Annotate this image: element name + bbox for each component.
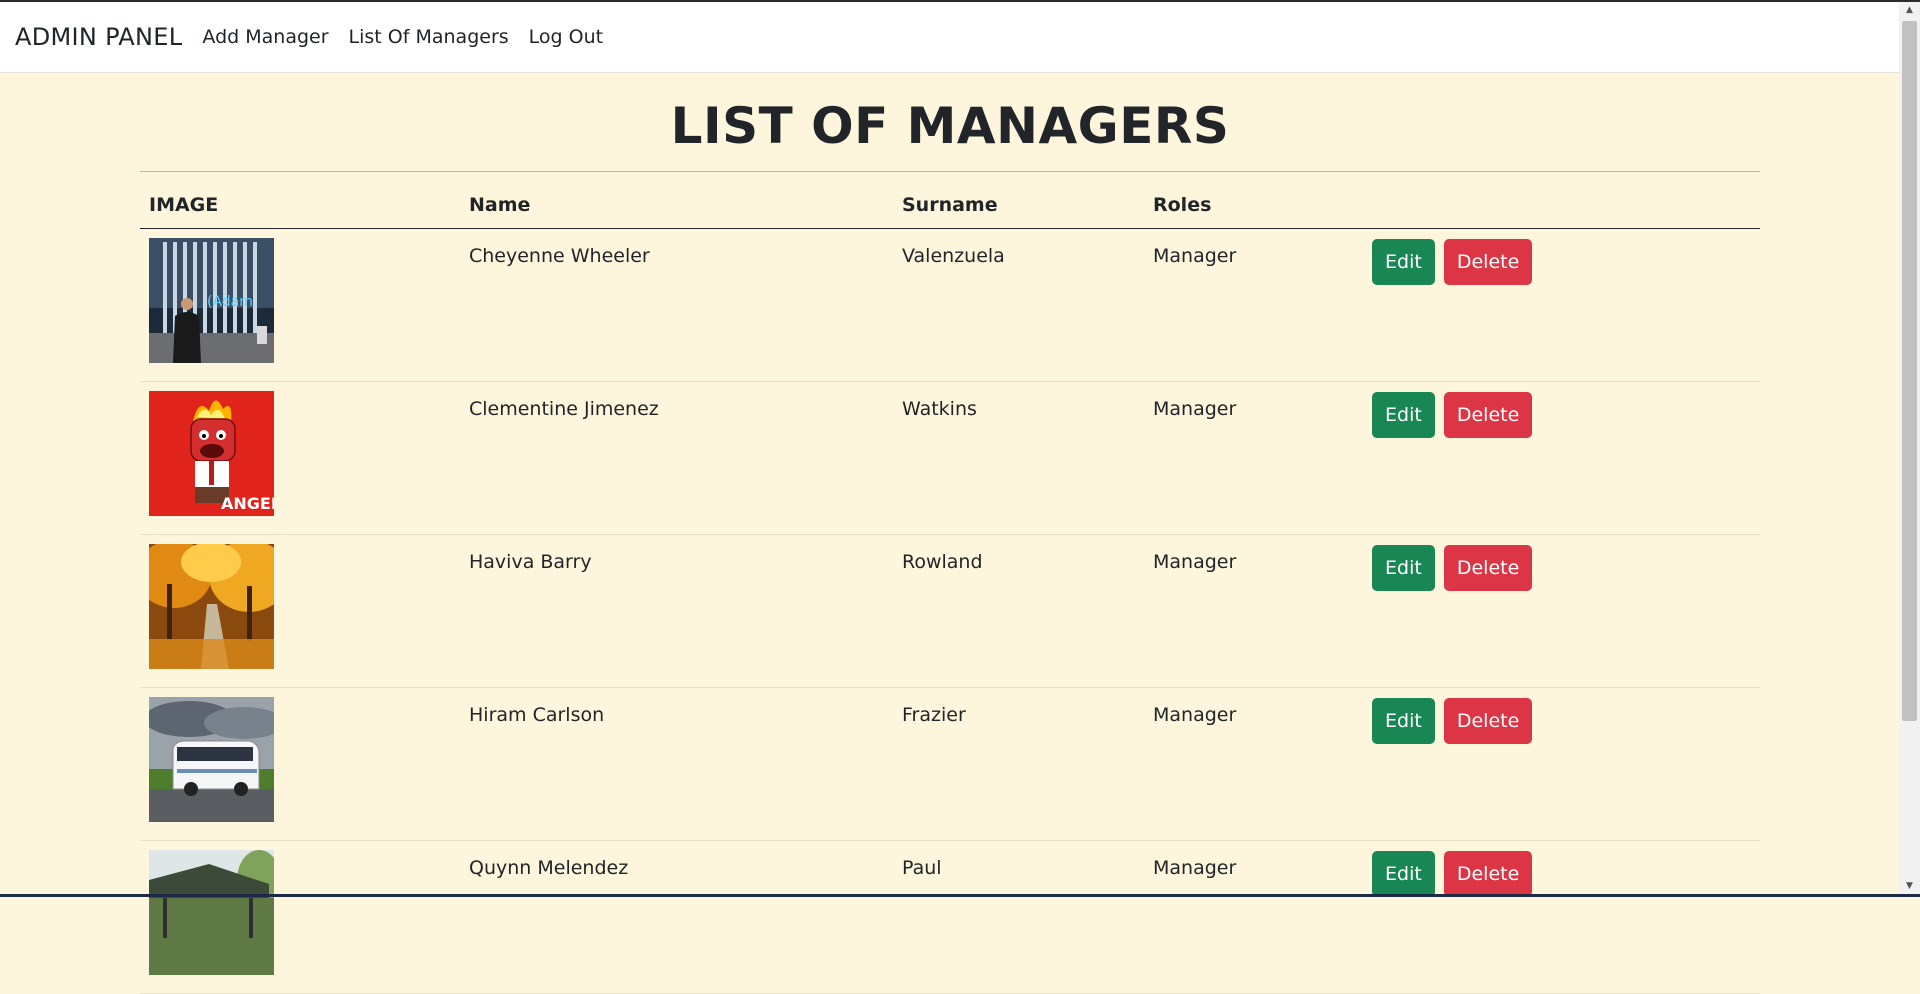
table-row: ANGER Clementine Jimenez Watkins Manager… — [140, 381, 1760, 535]
manager-photo-gazebo — [149, 850, 274, 975]
role-cell: Manager — [1144, 840, 1363, 994]
surname-cell: Paul — [893, 840, 1144, 994]
column-header-surname: Surname — [893, 194, 1144, 229]
vertical-scrollbar[interactable]: ▲ ▼ — [1899, 2, 1920, 895]
image-cell: ANGER — [140, 381, 460, 535]
role-cell: Manager — [1144, 381, 1363, 535]
surname-cell: Rowland — [893, 534, 1144, 688]
image-cell: (Adam — [140, 228, 460, 382]
edit-button[interactable]: Edit — [1372, 239, 1435, 285]
delete-button[interactable]: Delete — [1443, 698, 1533, 744]
navbar: ADMIN PANEL Add Manager List Of Managers… — [0, 2, 1899, 73]
table-row: Haviva Barry Rowland Manager Edit Delete — [140, 534, 1760, 688]
navbar-brand[interactable]: ADMIN PANEL — [15, 23, 182, 51]
surname-cell: Watkins — [893, 381, 1144, 535]
column-header-image: IMAGE — [140, 194, 460, 229]
main-content: LIST OF MANAGERS IMAGE Name Surname Role… — [140, 72, 1760, 994]
delete-button[interactable]: Delete — [1443, 239, 1533, 285]
manager-photo-anger: ANGER — [149, 391, 274, 516]
table-row: Quynn Melendez Paul Manager Edit Delete — [140, 840, 1760, 994]
edit-button[interactable]: Edit — [1372, 851, 1435, 897]
role-cell: Manager — [1144, 687, 1363, 841]
image-cell — [140, 534, 460, 688]
title-divider — [140, 171, 1760, 172]
actions-cell: Edit Delete — [1363, 228, 1760, 382]
name-cell: Haviva Barry — [460, 534, 893, 688]
manager-photo-autumn — [149, 544, 274, 669]
nav-link-log-out[interactable]: Log Out — [529, 26, 603, 48]
actions-cell: Edit Delete — [1363, 381, 1760, 535]
scroll-down-arrow-icon[interactable]: ▼ — [1899, 878, 1920, 895]
name-cell: Hiram Carlson — [460, 687, 893, 841]
column-header-roles: Roles — [1144, 194, 1363, 229]
delete-button[interactable]: Delete — [1443, 392, 1533, 438]
image-cell — [140, 840, 460, 994]
nav-links: Add Manager List Of Managers Log Out — [200, 26, 621, 48]
managers-table: IMAGE Name Surname Roles (Adam Cheyenne … — [140, 194, 1760, 994]
image-cell — [140, 687, 460, 841]
edit-button[interactable]: Edit — [1372, 698, 1435, 744]
table-row: Hiram Carlson Frazier Manager Edit Delet… — [140, 687, 1760, 841]
nav-link-add-manager[interactable]: Add Manager — [202, 26, 328, 48]
edit-button[interactable]: Edit — [1372, 392, 1435, 438]
scroll-up-arrow-icon[interactable]: ▲ — [1899, 2, 1920, 19]
table-row: (Adam Cheyenne Wheeler Valenzuela Manage… — [140, 228, 1760, 382]
surname-cell: Valenzuela — [893, 228, 1144, 382]
table-header-row: IMAGE Name Surname Roles — [140, 194, 1760, 229]
column-header-actions — [1363, 194, 1760, 229]
delete-button[interactable]: Delete — [1443, 545, 1533, 591]
column-header-name: Name — [460, 194, 893, 229]
name-cell: Clementine Jimenez — [460, 381, 893, 535]
role-cell: Manager — [1144, 534, 1363, 688]
role-cell: Manager — [1144, 228, 1363, 382]
manager-photo-office: (Adam — [149, 238, 274, 363]
name-cell: Quynn Melendez — [460, 840, 893, 994]
svg-text:ANGER: ANGER — [221, 494, 274, 513]
name-cell: Cheyenne Wheeler — [460, 228, 893, 382]
edit-button[interactable]: Edit — [1372, 545, 1435, 591]
surname-cell: Frazier — [893, 687, 1144, 841]
delete-button[interactable]: Delete — [1443, 851, 1533, 897]
manager-photo-bus — [149, 697, 274, 822]
actions-cell: Edit Delete — [1363, 687, 1760, 841]
page-title: LIST OF MANAGERS — [670, 97, 1230, 155]
svg-text:(Adam: (Adam — [207, 294, 253, 310]
scrollbar-thumb[interactable] — [1902, 21, 1917, 721]
actions-cell: Edit Delete — [1363, 534, 1760, 688]
nav-link-list-of-managers[interactable]: List Of Managers — [349, 26, 509, 48]
actions-cell: Edit Delete — [1363, 840, 1760, 994]
